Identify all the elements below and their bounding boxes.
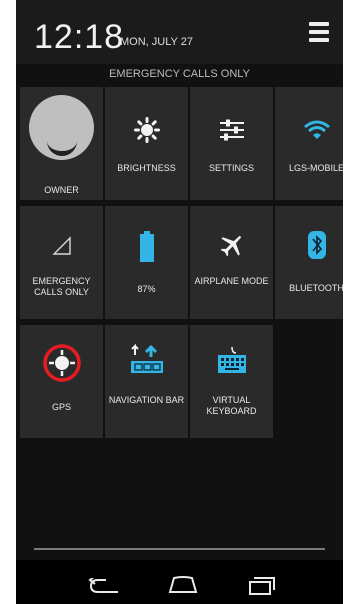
tile-wifi[interactable]: LGS-MOBILE [275, 87, 343, 200]
tile-battery-label: 87% [137, 284, 156, 294]
battery-icon [139, 231, 154, 262]
clock-time: 12:18 [34, 18, 125, 56]
tile-battery[interactable]: 87% [105, 206, 188, 319]
tile-settings[interactable]: SETTINGS [190, 87, 273, 200]
clock-date: MON, JULY 27 [120, 36, 193, 48]
tile-navigation-bar-label: NAVIGATION BAR [108, 395, 185, 405]
tile-virtual-keyboard[interactable]: VIRTUAL KEYBOARD [190, 325, 273, 438]
tile-bluetooth[interactable]: BLUETOOTH [275, 206, 343, 319]
tile-navigation-bar[interactable]: NAVIGATION BAR [105, 325, 188, 438]
brightness-icon [133, 117, 160, 143]
home-button-icon[interactable] [166, 576, 200, 594]
drag-handle[interactable] [34, 548, 325, 550]
tile-owner[interactable]: OWNER [20, 87, 103, 200]
wifi-icon [303, 120, 330, 139]
gps-icon [42, 344, 81, 382]
tile-owner-label: OWNER [44, 185, 79, 195]
navigation-bar-icon [130, 343, 163, 373]
recent-apps-button-icon[interactable] [248, 574, 278, 596]
tile-brightness-label: BRIGHTNESS [117, 163, 176, 173]
avatar-icon [29, 95, 94, 160]
tile-airplane-label: AIRPLANE MODE [194, 276, 269, 286]
emergency-banner: EMERGENCY CALLS ONLY [109, 68, 250, 80]
tile-signal-label: EMERGENCY CALLS ONLY [32, 276, 91, 297]
back-button-icon[interactable] [88, 578, 122, 594]
tile-gps[interactable]: GPS [20, 325, 103, 438]
tile-signal[interactable]: EMERGENCY CALLS ONLY [20, 206, 103, 319]
status-header: 12:18 MON, JULY 27 [16, 0, 343, 64]
tile-bluetooth-label: BLUETOOTH [289, 283, 343, 293]
navigation-bar [16, 560, 343, 604]
list-menu-icon[interactable] [309, 22, 329, 42]
tile-gps-label: GPS [51, 402, 71, 412]
signal-icon [51, 236, 71, 255]
tile-airplane[interactable]: AIRPLANE MODE [190, 206, 273, 319]
tile-brightness[interactable]: BRIGHTNESS [105, 87, 188, 200]
airplane-icon [220, 235, 241, 257]
tile-settings-label: SETTINGS [208, 163, 254, 173]
keyboard-icon [217, 346, 246, 373]
bluetooth-icon [307, 231, 326, 259]
tile-virtual-keyboard-label: VIRTUAL KEYBOARD [206, 395, 257, 416]
tile-wifi-label: LGS-MOBILE [288, 163, 343, 173]
settings-sliders-icon [219, 119, 244, 141]
phone-screen: 12:18 MON, JULY 27 EMERGENCY CALLS ONLY … [16, 0, 343, 604]
